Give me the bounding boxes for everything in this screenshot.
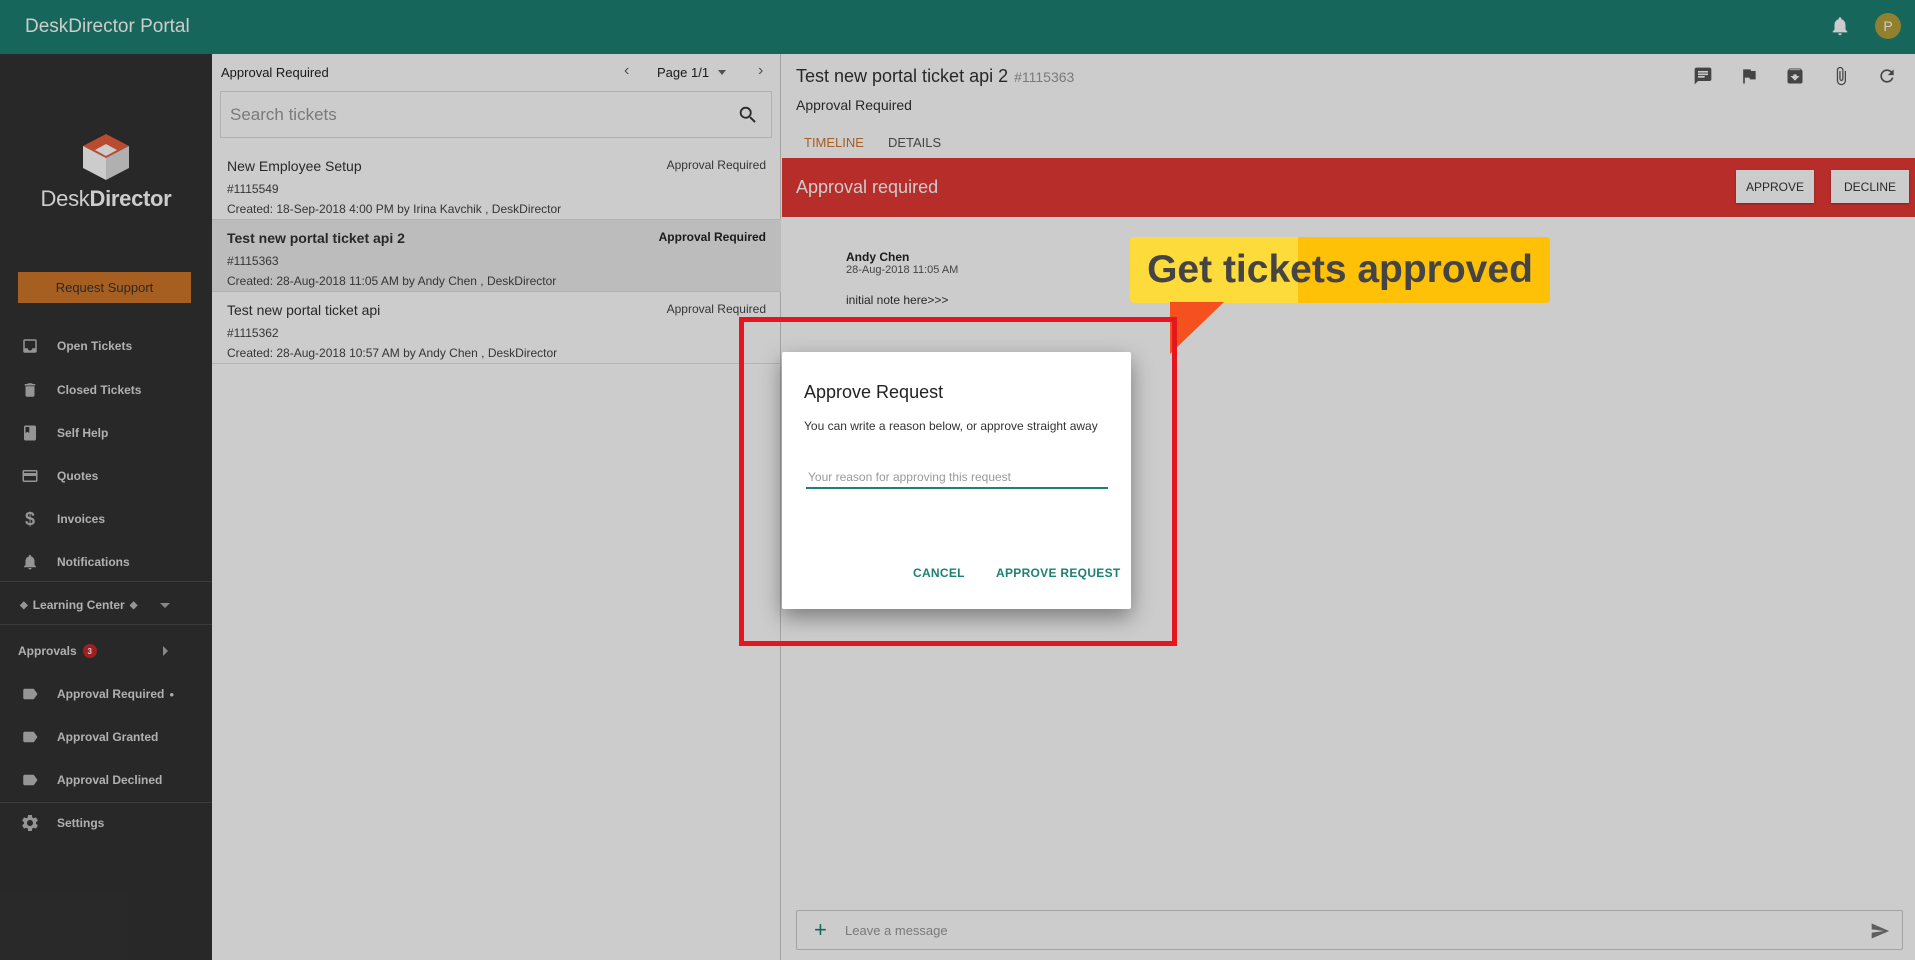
approval-reason-input[interactable] bbox=[806, 467, 1108, 489]
dialog-description: You can write a reason below, or approve… bbox=[804, 419, 1098, 433]
callout-pointer bbox=[1170, 302, 1224, 354]
approve-request-button[interactable]: APPROVE REQUEST bbox=[996, 566, 1121, 580]
dialog-title: Approve Request bbox=[804, 382, 944, 402]
approve-request-dialog: Approve Request You can write a reason b… bbox=[782, 352, 1131, 609]
cancel-button[interactable]: CANCEL bbox=[913, 566, 965, 580]
annotation-callout: Get tickets approved bbox=[1130, 237, 1550, 303]
